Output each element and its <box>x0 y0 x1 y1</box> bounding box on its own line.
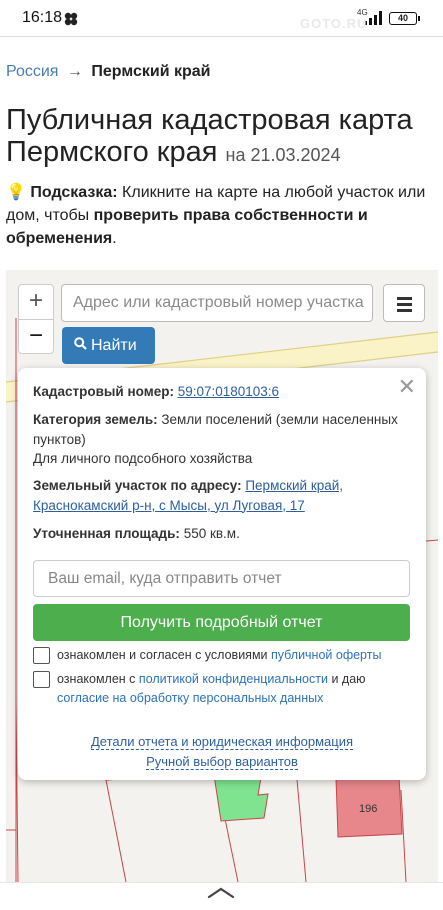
breadcrumb-root-link[interactable]: Россия <box>6 63 58 80</box>
app-notification-icon <box>64 12 78 26</box>
zoom-out-button[interactable]: − <box>19 319 53 353</box>
parcel-info-popup: ✕ Кадастровый номер: 59:07:0180103:6 Кат… <box>18 368 426 780</box>
find-button[interactable]: Найти <box>62 327 155 364</box>
breadcrumb-current: Пермский край <box>91 63 211 80</box>
chevron-up-icon[interactable] <box>206 886 236 900</box>
land-category-label: Категория земель: <box>33 412 158 427</box>
find-button-label: Найти <box>91 337 137 354</box>
address-label: Земельный участок по адресу: <box>33 478 242 493</box>
hamburger-icon-line <box>397 309 412 312</box>
land-category-row: Категория земель: Земли поселений (земли… <box>33 410 405 469</box>
personal-data-consent-link[interactable]: согласие на обработку персональных данны… <box>57 691 323 705</box>
cadastral-number-link[interactable]: 59:07:0180103:6 <box>178 384 279 399</box>
offer-agreement-text: ознакомлен и согласен с условиями <box>57 648 268 662</box>
manual-selection-link-row: Ручной выбор вариантов <box>18 754 426 770</box>
battery-level: 40 <box>397 13 408 23</box>
privacy-checkbox-row: ознакомлен с политикой конфиденциальност… <box>33 670 413 708</box>
report-details-link[interactable]: Детали отчета и юридическая информация <box>90 734 354 750</box>
hamburger-icon <box>397 297 412 300</box>
privacy-checkbox[interactable] <box>33 671 50 688</box>
area-label: Уточненная площадь: <box>33 526 180 541</box>
area-value: 550 кв.м. <box>183 526 240 541</box>
page-title-date: на 21.03.2024 <box>225 145 341 165</box>
cadastral-map[interactable]: 196 + − Адрес или кадастровый номер учас… <box>6 270 438 882</box>
privacy-mid-text: и даю <box>331 672 366 686</box>
hint-end: . <box>112 230 117 247</box>
privacy-text: ознакомлен с <box>57 672 136 686</box>
menu-button[interactable] <box>383 284 425 322</box>
page-title: Публичная кадастровая карта Пермского кр… <box>6 104 438 171</box>
privacy-policy-link[interactable]: политикой конфиденциальности <box>139 672 328 686</box>
report-details-link-row: Детали отчета и юридическая информация <box>18 734 426 750</box>
area-row: Уточненная площадь: 550 кв.м. <box>33 524 405 544</box>
lightbulb-icon: 💡 <box>6 184 26 201</box>
zoom-in-button[interactable]: + <box>19 285 53 319</box>
parcel-number-label: 196 <box>359 803 378 815</box>
cadastral-number-row: Кадастровый номер: 59:07:0180103:6 <box>33 382 405 402</box>
search-input[interactable]: Адрес или кадастровый номер участка <box>61 284 373 322</box>
hint: 💡 Подсказка: Кликните на карте на любой … <box>6 181 438 250</box>
breadcrumb: Россия → Пермский край <box>6 63 211 81</box>
public-offer-link[interactable]: публичной оферты <box>271 648 381 662</box>
search-icon <box>74 337 87 350</box>
hint-label: Подсказка: <box>30 184 118 201</box>
offer-agreement-checkbox[interactable] <box>33 647 50 664</box>
email-field[interactable]: Ваш email, куда отправить отчет <box>33 560 410 597</box>
get-report-button[interactable]: Получить подробный отчет <box>33 604 410 641</box>
zoom-control: + − <box>18 284 54 354</box>
offer-agreement-checkbox-row: ознакомлен и согласен с условиями публич… <box>33 646 413 665</box>
page-title-text: Публичная кадастровая карта Пермского кр… <box>6 104 413 168</box>
status-bar: 16:18 4G 40 GOTO.RU <box>0 0 443 36</box>
watermark: GOTO.RU <box>300 16 368 31</box>
battery-icon: 40 <box>389 12 420 25</box>
hamburger-icon-line <box>397 303 412 306</box>
land-usage-value: Для личного подсобного хозяйства <box>33 451 253 466</box>
breadcrumb-separator: → <box>66 63 83 80</box>
cadastral-number-label: Кадастровый номер: <box>33 384 174 399</box>
status-time: 16:18 <box>22 9 63 26</box>
system-navigation-bar <box>0 882 443 910</box>
header-divider <box>0 36 443 37</box>
address-row: Земельный участок по адресу: Пермский кр… <box>33 476 405 515</box>
manual-selection-link[interactable]: Ручной выбор вариантов <box>146 754 298 770</box>
